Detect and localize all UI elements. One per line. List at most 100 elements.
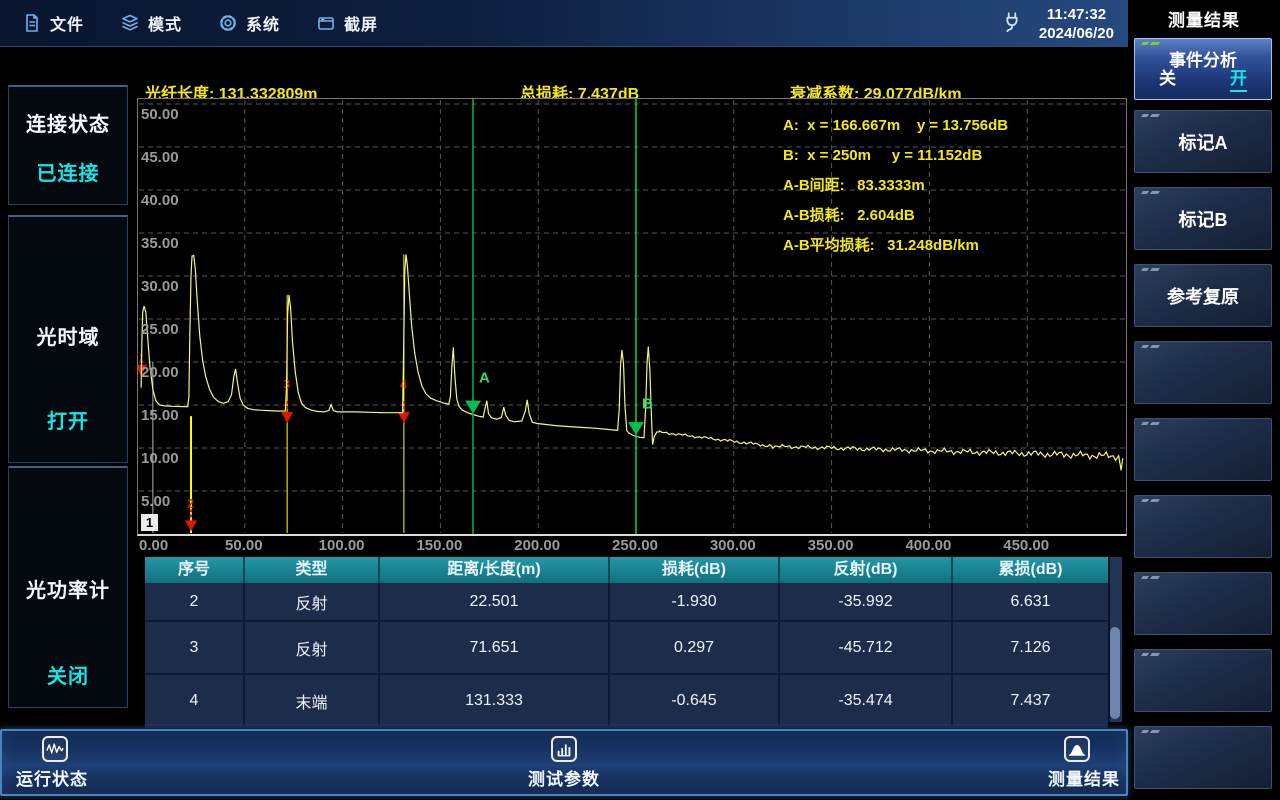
empty-slot-button[interactable] (1134, 495, 1272, 558)
table-cell: 2 (145, 583, 245, 620)
button-label: 标记B (1135, 188, 1271, 249)
bottom-tab-bar: 运行状态 测试参数 测量结果 (0, 729, 1128, 796)
y-tick-label: 50.00 (141, 106, 179, 123)
gear-icon (218, 13, 238, 33)
otdr-trace-plot[interactable]: 234AB A: x = 166.667m y = 13.756dBB: x =… (137, 98, 1127, 536)
x-tick-label: 100.00 (310, 537, 374, 554)
dome-curve-icon (1064, 736, 1090, 762)
table-cell: 7.437 (953, 675, 1108, 726)
marker-info-line: A-B平均损耗: 31.248dB/km (783, 231, 1008, 261)
table-cell: 7.126 (953, 622, 1108, 673)
tab-run-status[interactable]: 运行状态 (16, 736, 88, 790)
marker-info-block: A: x = 166.667m y = 13.756dBB: x = 250m … (783, 111, 1008, 261)
clock: 11:47:32 2024/06/20 (1039, 5, 1120, 43)
panel-value: 打开 (9, 405, 127, 434)
svg-text:4: 4 (400, 377, 408, 392)
marker-info-line: A-B损耗: 2.604dB (783, 201, 1008, 231)
table-cell: 71.651 (380, 622, 610, 673)
table-row[interactable]: 2反射22.501-1.930-35.9926.631 (145, 583, 1108, 622)
empty-slot-button[interactable] (1134, 649, 1272, 712)
svg-text:A: A (479, 370, 490, 387)
menu-screenshot-item[interactable]: 截屏 (316, 11, 378, 35)
table-cell: 末端 (245, 675, 380, 726)
table-cell: -35.474 (780, 675, 953, 726)
column-header: 累损(dB) (953, 557, 1108, 583)
tab-label: 运行状态 (16, 765, 88, 790)
button-label: 标记A (1135, 111, 1271, 172)
column-header: 序号 (145, 557, 245, 583)
x-tick-label: 400.00 (896, 537, 960, 554)
x-tick-label: 300.00 (701, 537, 765, 554)
marker-info-line: A-B间距: 83.3333m (783, 171, 1008, 201)
toggle-on-label[interactable]: 开 (1230, 64, 1247, 92)
menu-file-item[interactable]: 文件 (22, 11, 84, 35)
trace-number-badge: 1 (141, 514, 158, 531)
x-tick-label: 450.00 (994, 537, 1058, 554)
reference-restore-button[interactable]: 参考复原 (1134, 264, 1272, 327)
menu-layers-item[interactable]: 模式 (120, 11, 182, 35)
table-header-row: 序号类型距离/长度(m)损耗(dB)反射(dB)累损(dB) (145, 557, 1108, 583)
table-cell: -1.930 (610, 583, 780, 620)
layers-icon (120, 13, 140, 33)
table-cell: -45.712 (780, 622, 953, 673)
toggle-off-label[interactable]: 关 (1159, 64, 1176, 92)
table-cell: 反射 (245, 583, 380, 620)
marker-a-button[interactable]: 标记A (1134, 110, 1272, 173)
tab-measure-results[interactable]: 测量结果 (1048, 736, 1120, 790)
y-tick-label: 15.00 (141, 407, 179, 424)
event-table[interactable]: 序号类型距离/长度(m)损耗(dB)反射(dB)累损(dB)2反射22.501-… (145, 557, 1108, 728)
column-header: 反射(dB) (780, 557, 953, 583)
menu-items: 文件 模式 系统 截屏 (22, 11, 414, 35)
y-tick-label: 30.00 (141, 278, 179, 295)
empty-slot-button[interactable] (1134, 726, 1272, 789)
table-row[interactable]: 3反射71.6510.297-45.7127.126 (145, 622, 1108, 675)
column-header: 损耗(dB) (610, 557, 780, 583)
table-cell: -35.992 (780, 583, 953, 620)
tab-test-params[interactable]: 测试参数 (528, 736, 600, 790)
tab-label: 测试参数 (528, 765, 600, 790)
otdr-module-panel[interactable]: 光时域 打开 (8, 215, 128, 463)
x-tick-label: 150.00 (407, 537, 471, 554)
power-meter-panel[interactable]: 光功率计 关闭 (8, 466, 128, 708)
connection-status-panel[interactable]: 连接状态 已连接 (8, 85, 128, 205)
tab-label: 测量结果 (1048, 765, 1120, 790)
topbar-status-area: 11:47:32 2024/06/20 (1001, 0, 1120, 47)
x-tick-label: 200.00 (505, 537, 569, 554)
table-cell: -0.645 (610, 675, 780, 726)
marker-b-button[interactable]: 标记B (1134, 187, 1272, 250)
empty-slot-button[interactable] (1134, 341, 1272, 404)
empty-slot-button[interactable] (1134, 572, 1272, 635)
svg-text:B: B (642, 395, 653, 412)
x-tick-label: 350.00 (799, 537, 863, 554)
table-row[interactable]: 4末端131.333-0.645-35.4747.437 (145, 675, 1108, 728)
time-text: 11:47:32 (1039, 5, 1114, 24)
screenshot-icon (316, 13, 336, 33)
menu-label: 系统 (246, 11, 280, 35)
menu-label: 文件 (50, 11, 84, 35)
button-label: 参考复原 (1135, 265, 1271, 326)
table-cell: 3 (145, 622, 245, 673)
column-header: 距离/长度(m) (380, 557, 610, 583)
file-icon (22, 13, 42, 33)
date-text: 2024/06/20 (1039, 24, 1114, 43)
event-analysis-toggle[interactable]: 事件分析 关 开 (1134, 38, 1272, 100)
table-scrollbar-thumb[interactable] (1110, 627, 1120, 719)
svg-text:2: 2 (187, 496, 194, 511)
empty-slot-button[interactable] (1134, 418, 1272, 481)
table-cell: 4 (145, 675, 245, 726)
panel-value: 关闭 (9, 660, 127, 689)
x-tick-label: 0.00 (139, 537, 203, 554)
table-cell: 6.631 (953, 583, 1108, 620)
column-header: 类型 (245, 557, 380, 583)
y-tick-label: 5.00 (141, 493, 170, 510)
panel-title: 光功率计 (9, 574, 127, 603)
waveform-icon (42, 736, 68, 762)
menu-label: 截屏 (344, 11, 378, 35)
y-tick-label: 35.00 (141, 235, 179, 252)
power-plug-icon (1001, 10, 1023, 37)
marker-info-line: A: x = 166.667m y = 13.756dB (783, 111, 1008, 141)
menu-gear-item[interactable]: 系统 (218, 11, 280, 35)
y-tick-label: 40.00 (141, 192, 179, 209)
x-tick-label: 250.00 (603, 537, 667, 554)
right-panel-title: 测量结果 (1128, 6, 1280, 31)
